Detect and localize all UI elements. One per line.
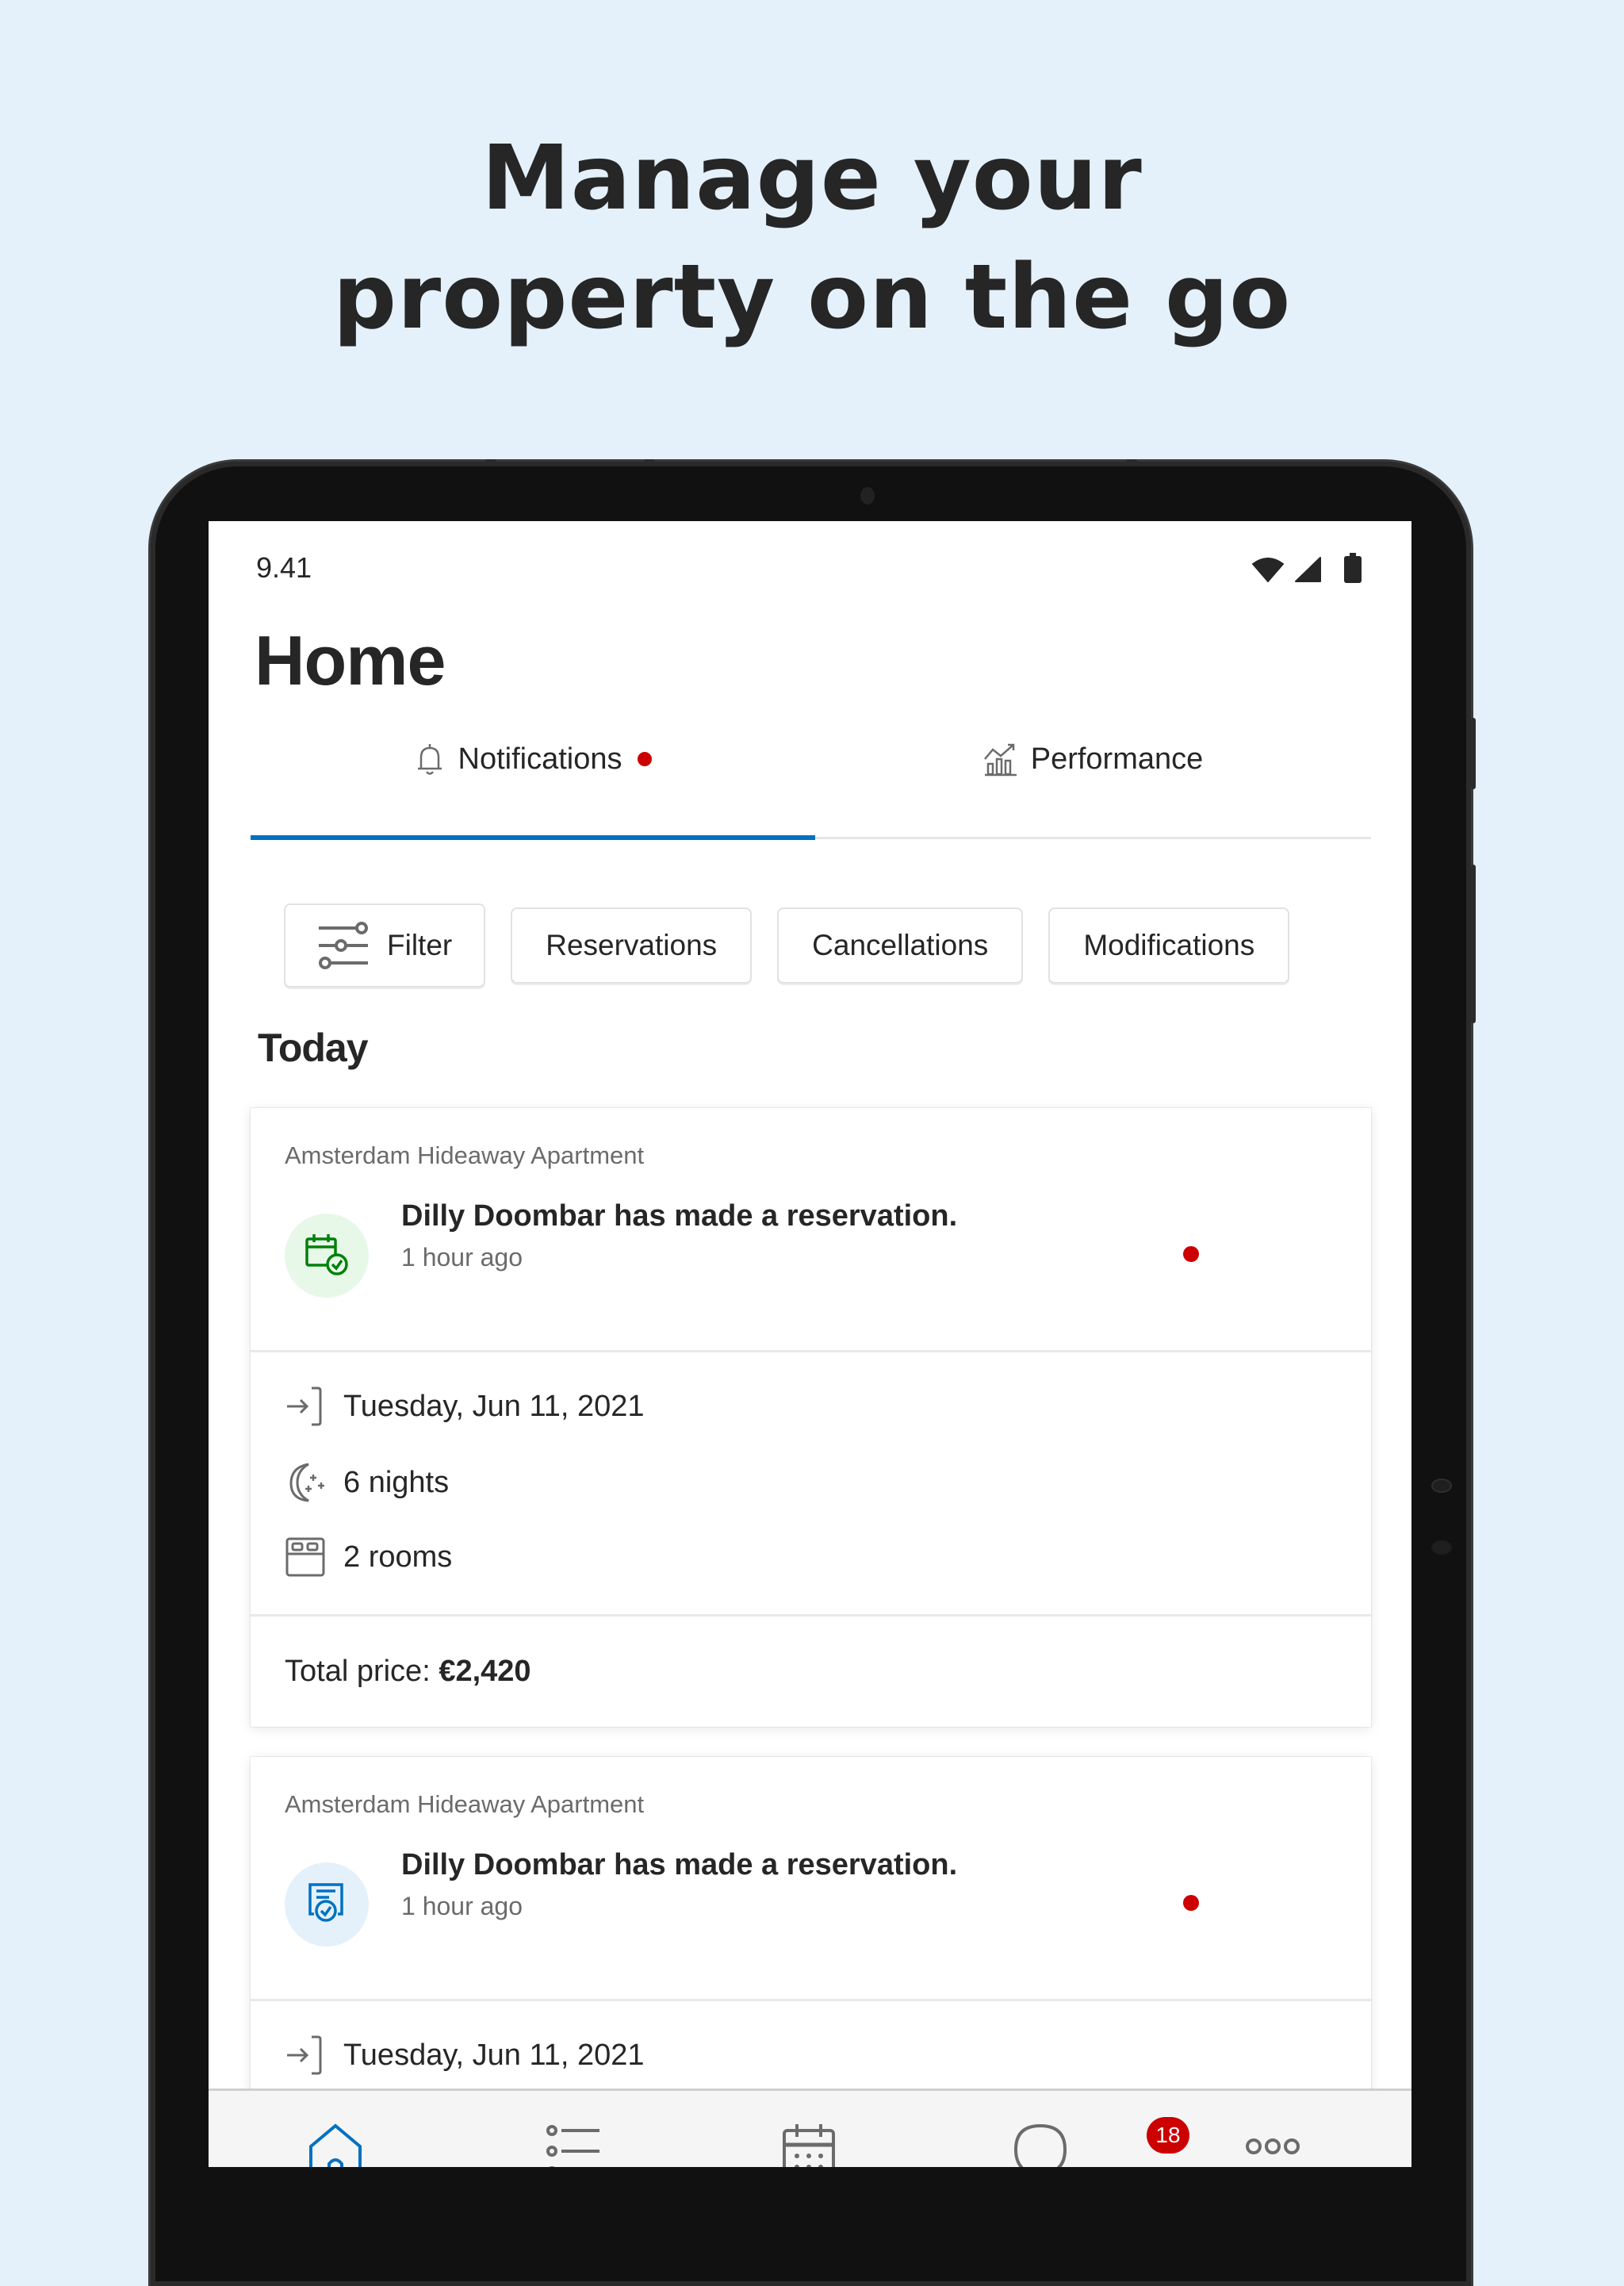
notification-avatar [285,1862,369,1947]
front-camera [860,487,875,504]
frame-notch [485,459,496,464]
unread-dot [1183,1246,1199,1262]
active-tab-indicator [251,835,815,840]
headline-line-1: Manage your [481,127,1143,230]
tab-notifications[interactable]: Notifications [251,723,815,795]
tab-performance[interactable]: Performance [815,723,1371,795]
app-screen: 9.41 Home Notifications Performance Filt… [209,521,1411,2167]
signal-icon [1294,556,1323,587]
nav-reservations[interactable] [546,2123,601,2167]
chip-reservations[interactable]: Reservations [511,907,753,984]
frame-notch [644,459,655,464]
bottom-navigation: 18 [209,2088,1411,2167]
calendar-check-icon [304,1232,349,1280]
status-icons [1251,553,1362,587]
messages-badge: 18 [1147,2117,1189,2154]
battery-icon [1343,553,1362,587]
rooms-count: 2 rooms [343,1540,453,1574]
sensor [1431,1479,1452,1493]
home-icon [308,2123,363,2167]
chat-bubble-icon [1013,2123,1068,2167]
notification-card[interactable]: Amsterdam Hideaway Apartment Dilly Doomb… [251,1108,1371,1727]
sliders-icon [317,921,370,970]
status-bar: 9.41 [209,521,1411,616]
card-footer: Total price: €2,420 [251,1617,1371,1732]
check-in-date: Tuesday, Jun 11, 2021 [343,1389,645,1423]
notification-time: 1 hour ago [401,1892,523,1920]
volume-button [1471,718,1476,789]
more-dots-icon [1244,2137,1301,2160]
total-price-label: Total price: [285,1655,431,1688]
check-in-row: Tuesday, Jun 11, 2021 [285,1386,645,1427]
unread-dot [638,752,653,766]
document-check-icon [304,1881,349,1929]
notification-message: Dilly Doombar has made a reservation. [401,1199,958,1233]
tab-label: Notifications [458,742,622,776]
filter-label: Filter [387,929,453,961]
total-price: Total price: €2,420 [285,1655,531,1689]
tab-bar: Notifications Performance [251,723,1371,795]
page-title: Home [255,621,446,700]
card-details: Tuesday, Jun 11, 2021 6 nights 2 rooms [251,1352,1371,1617]
marketing-headline: Manage your property on the go [0,119,1624,357]
tab-label: Performance [1030,742,1204,776]
moon-stars-icon [285,1461,332,1504]
check-in-icon [285,1386,332,1427]
notification-avatar [285,1214,369,1298]
nights-row: 6 nights [285,1461,449,1504]
headline-line-2: property on the go [332,246,1292,349]
unread-dot [1183,1895,1199,1911]
list-icon [546,2123,601,2167]
property-name: Amsterdam Hideaway Apartment [285,1141,645,1169]
power-button [1471,865,1476,1023]
property-name: Amsterdam Hideaway Apartment [285,1790,645,1818]
rooms-row: 2 rooms [285,1536,452,1578]
nights-count: 6 nights [343,1465,450,1499]
nav-messages[interactable] [1013,2123,1068,2167]
frame-notch [1126,459,1137,464]
check-in-date: Tuesday, Jun 11, 2021 [343,2038,645,2072]
check-in-row: Tuesday, Jun 11, 2021 [285,2035,645,2076]
nav-home[interactable] [308,2123,363,2167]
sensor [1431,1540,1452,1555]
calendar-icon [781,2123,837,2167]
nav-calendar[interactable] [781,2123,837,2167]
notification-time: 1 hour ago [401,1243,523,1271]
status-time: 9.41 [256,551,312,584]
filter-chips: Filter Reservations Cancellations Modifi… [284,903,1290,988]
nav-more[interactable] [1244,2137,1301,2160]
total-price-value: €2,420 [439,1655,531,1688]
notification-message: Dilly Doombar has made a reservation. [401,1848,958,1881]
section-title-today: Today [258,1026,369,1070]
check-in-icon [285,2035,332,2076]
wifi-icon [1251,558,1285,587]
card-header: Amsterdam Hideaway Apartment Dilly Doomb… [251,1757,1371,2001]
bell-icon [414,742,446,777]
card-header: Amsterdam Hideaway Apartment Dilly Doomb… [251,1108,1371,1352]
filter-button[interactable]: Filter [284,903,486,988]
bed-icon [285,1536,332,1578]
chip-modifications[interactable]: Modifications [1048,907,1290,984]
chip-cancellations[interactable]: Cancellations [777,907,1024,984]
chart-trend-icon [983,742,1018,777]
